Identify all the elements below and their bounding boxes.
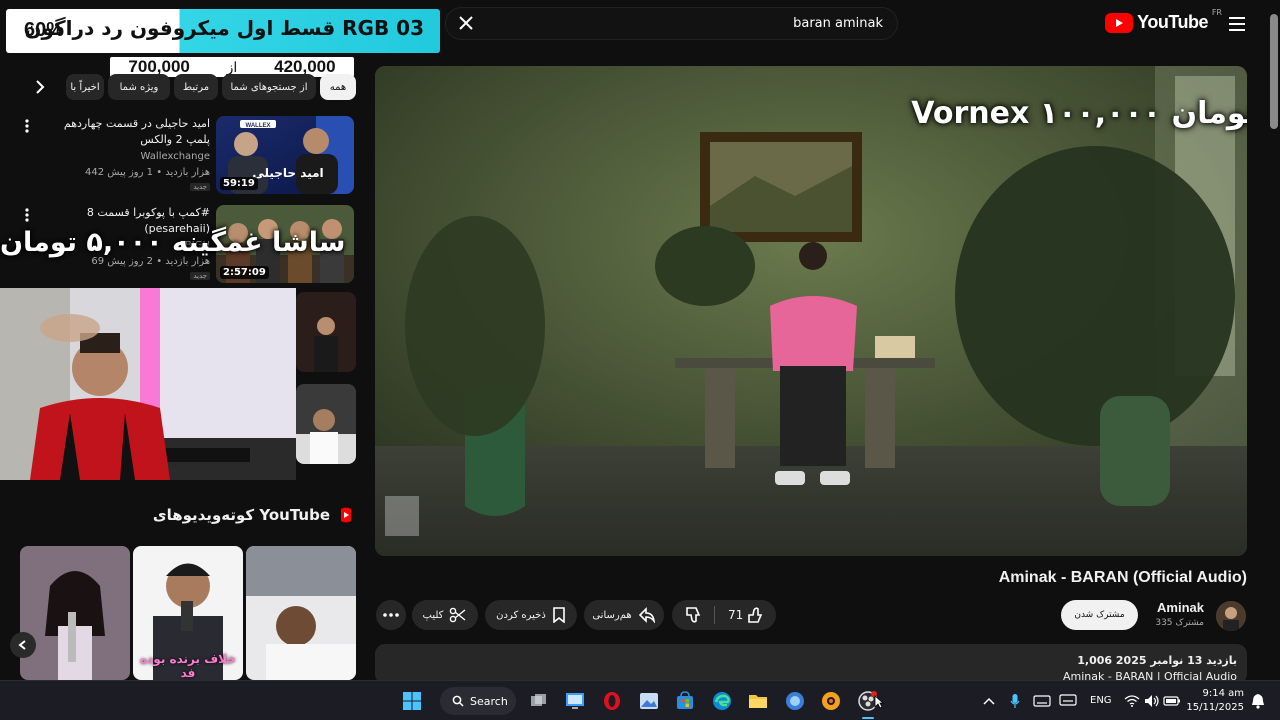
dislike-icon[interactable] — [684, 606, 704, 624]
subscriber-count: 335 مشترک — [1155, 618, 1204, 628]
chip-from-searches[interactable]: از جستجوهای شما — [222, 74, 316, 100]
views-and-date: 1,006 بازدید 13 نوامبر 2025 — [1077, 654, 1237, 667]
search-input[interactable]: baran aminak — [793, 16, 883, 31]
more-vert-icon[interactable] — [21, 207, 33, 223]
video-title: Aminak - BARAN (Official Audio) — [998, 569, 1247, 586]
search-icon — [452, 695, 464, 707]
recording-app-icon[interactable] — [819, 689, 843, 713]
video-meta: 442 هزار بازدید • 1 روز پیش — [84, 167, 210, 178]
bookmark-icon — [552, 607, 566, 623]
photos-icon[interactable] — [637, 689, 661, 713]
save-button[interactable]: ذخیره کردن — [485, 600, 577, 630]
channel-name[interactable]: Wallexchange — [141, 151, 210, 162]
logo-text: YouTube — [1137, 12, 1208, 32]
store-icon[interactable] — [673, 689, 697, 713]
like-count: 71 — [728, 608, 744, 622]
search-box[interactable]: baran aminak — [445, 7, 898, 40]
channel-avatar[interactable] — [1216, 601, 1246, 631]
thumb-logo: WALLEX — [246, 123, 271, 129]
chip-all[interactable]: همه — [320, 74, 356, 100]
edge-icon[interactable] — [710, 689, 734, 713]
page-scrollbar[interactable] — [1270, 14, 1278, 129]
keyboard-icon[interactable] — [1030, 689, 1054, 713]
browser-app-icon[interactable] — [783, 689, 807, 713]
mouse-cursor-icon — [874, 695, 884, 709]
donation-alert-text: ساشا غمگینه ۵,۰۰۰ تومان — [0, 227, 346, 258]
video-title[interactable]: امید حاجیلی در قسمت چهاردهم پلمپ 2 والکس — [45, 116, 210, 148]
new-badge: جدید — [190, 272, 210, 280]
taskbar: Search ENG 9:14 am 15/11/2025 — [0, 680, 1280, 720]
video-duration: 2:57:09 — [220, 266, 269, 279]
video-thumbnail[interactable] — [296, 292, 356, 372]
more-vert-icon[interactable] — [21, 118, 33, 134]
donation-banner: 60% قسط اول میکروفون رد دراگون RGB 03 — [6, 9, 440, 53]
thumb-caption: امید حاجیلی — [252, 166, 323, 180]
chip-for-you[interactable]: ویژه شما — [108, 74, 170, 100]
shorts-prev-button[interactable] — [10, 632, 36, 658]
chevron-up-icon[interactable] — [977, 689, 1001, 713]
shorts-title: کوته‌ویدیوهای YouTube — [152, 506, 330, 524]
play-logo-icon — [1105, 12, 1134, 33]
youtube-logo[interactable]: YouTube FR — [1105, 8, 1222, 33]
save-label: ذخیره کردن — [496, 609, 546, 621]
video-thumbnail[interactable] — [296, 384, 356, 464]
shorts-header: کوته‌ویدیوهای YouTube — [153, 506, 354, 524]
new-badge: جدید — [190, 183, 210, 191]
channel-name[interactable]: Aminak — [1157, 600, 1204, 615]
chip-recent[interactable]: اخیراً با — [66, 74, 104, 100]
share-label: هم‌رسانی — [592, 609, 632, 621]
menu-icon[interactable] — [1226, 13, 1248, 35]
like-dislike-group: 71 — [672, 600, 776, 630]
close-icon[interactable] — [456, 13, 476, 33]
share-icon — [638, 607, 656, 623]
donation-of: از — [226, 58, 238, 75]
scissors-icon — [449, 607, 467, 623]
description-box[interactable]: 1,006 بازدید 13 نوامبر 2025 Aminak - BAR… — [375, 644, 1247, 684]
opera-icon[interactable] — [600, 689, 624, 713]
battery-icon[interactable] — [1160, 689, 1184, 713]
clock-date[interactable]: 15/11/2025 — [1186, 702, 1244, 713]
clip-button[interactable]: کلیپ — [412, 600, 478, 630]
microphone-icon[interactable] — [1003, 689, 1027, 713]
file-explorer-icon[interactable] — [746, 689, 770, 713]
shorts-logo-icon — [338, 506, 354, 524]
short-caption: خلاف برنده بوده فد — [140, 652, 236, 680]
more-actions-button[interactable] — [376, 600, 406, 630]
video-duration: 59:19 — [220, 177, 258, 190]
streamer-webcam — [0, 288, 296, 480]
display-icon[interactable] — [1056, 689, 1080, 713]
chevron-right-icon[interactable] — [30, 77, 50, 97]
active-indicator — [862, 717, 874, 719]
sidebar-video[interactable]: امید حاجیلی در قسمت چهاردهم پلمپ 2 والکس… — [0, 116, 360, 200]
taskbar-search[interactable]: Search — [440, 687, 516, 715]
video-player[interactable]: Vornex ۱۰۰,۰۰۰ تومان — [375, 66, 1247, 556]
donation-alert-text: Vornex ۱۰۰,۰۰۰ تومان — [911, 96, 1247, 131]
clip-label: کلیپ — [422, 609, 444, 621]
task-view-icon[interactable] — [527, 689, 551, 713]
share-button[interactable]: هم‌رسانی — [584, 600, 664, 630]
short-video[interactable] — [20, 546, 130, 680]
like-icon[interactable] — [746, 606, 766, 624]
like-separator — [714, 606, 715, 624]
search-label: Search — [470, 694, 508, 708]
video-thumbnail[interactable]: WALLEX امید حاجیلی 59:19 — [216, 116, 354, 194]
windows-start-icon[interactable] — [400, 689, 424, 713]
subscribe-button[interactable]: مشترک شدن — [1061, 600, 1138, 630]
language-indicator[interactable]: ENG — [1090, 695, 1112, 706]
chip-related[interactable]: مرتبط — [174, 74, 218, 100]
app-monitor-icon[interactable] — [563, 689, 587, 713]
short-video[interactable]: خلاف برنده بوده فد — [133, 546, 243, 680]
short-video[interactable] — [246, 546, 356, 680]
filter-chips: اخیراً با ویژه شما مرتبط از جستجوهای شما… — [30, 74, 356, 100]
notification-bell-icon[interactable] — [1246, 689, 1270, 713]
country-code: FR — [1211, 8, 1222, 17]
donation-title: قسط اول میکروفون رد دراگون RGB 03 — [24, 16, 424, 40]
clock-time[interactable]: 9:14 am — [1202, 688, 1244, 699]
